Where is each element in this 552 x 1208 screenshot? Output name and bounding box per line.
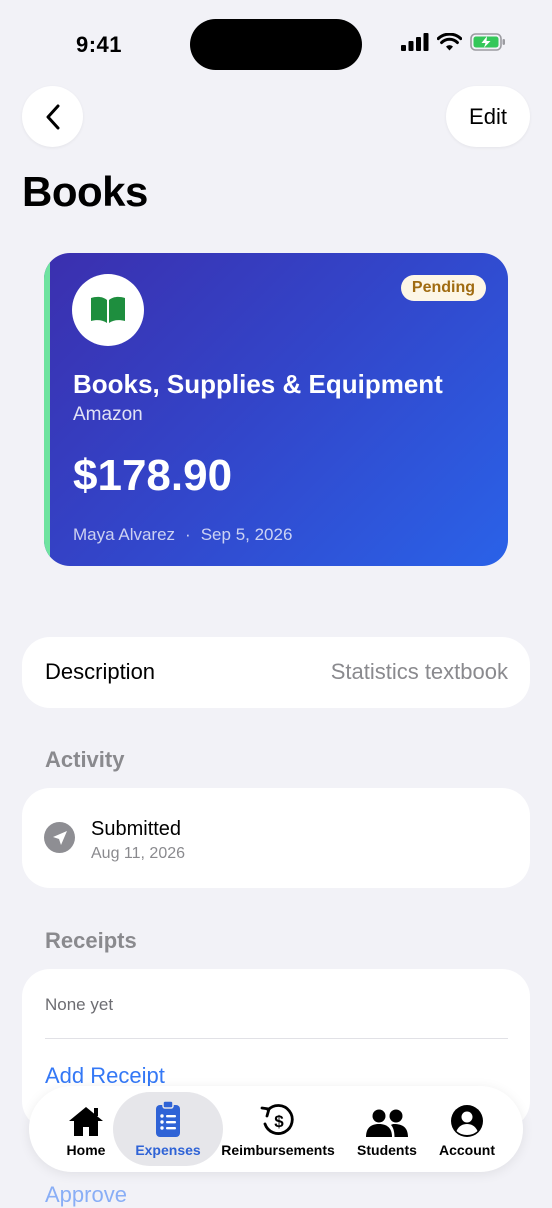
expense-merchant: Amazon bbox=[73, 404, 143, 425]
tab-label: Home bbox=[66, 1142, 106, 1158]
tab-label: Expenses bbox=[135, 1142, 201, 1158]
meta-separator: · bbox=[185, 525, 191, 544]
svg-text:$: $ bbox=[274, 1112, 284, 1131]
category-icon-container bbox=[72, 274, 144, 346]
tab-account[interactable]: Account bbox=[433, 1086, 501, 1172]
tab-label: Students bbox=[357, 1142, 417, 1158]
cellular-signal-icon bbox=[401, 33, 429, 51]
battery-charging-icon bbox=[470, 33, 505, 51]
expense-summary-card: Pending Books, Supplies & Equipment Amaz… bbox=[44, 253, 508, 566]
book-icon bbox=[91, 296, 125, 323]
tab-students[interactable]: Students bbox=[347, 1086, 427, 1172]
person-circle-icon bbox=[451, 1105, 483, 1137]
activity-list: Submitted Aug 11, 2026 bbox=[22, 788, 530, 888]
activity-icon-container bbox=[44, 822, 75, 853]
tab-home[interactable]: Home bbox=[51, 1086, 121, 1172]
expense-date: Sep 5, 2026 bbox=[200, 525, 293, 544]
house-icon bbox=[69, 1107, 103, 1136]
description-row[interactable]: Description Statistics textbook bbox=[22, 637, 530, 708]
card-accent-stripe bbox=[44, 253, 50, 566]
approve-button[interactable]: Approve bbox=[45, 1182, 127, 1208]
status-bar: 9:41 bbox=[0, 0, 552, 90]
paper-plane-icon bbox=[52, 830, 67, 845]
tab-expenses[interactable]: Expenses bbox=[128, 1086, 208, 1172]
expense-student: Maya Alvarez bbox=[73, 525, 176, 544]
back-button[interactable] bbox=[22, 86, 83, 147]
refund-dollar-icon: $ bbox=[260, 1104, 294, 1135]
dynamic-island bbox=[190, 19, 362, 70]
activity-title: Submitted bbox=[91, 818, 182, 840]
status-time: 9:41 bbox=[76, 32, 123, 57]
description-label: Description bbox=[45, 659, 156, 684]
expense-meta: Maya Alvarez · Sep 5, 2026 bbox=[73, 525, 292, 545]
activity-heading: Activity bbox=[45, 747, 125, 772]
status-icons bbox=[401, 33, 506, 51]
edit-button[interactable]: Edit bbox=[446, 86, 530, 147]
people-icon bbox=[366, 1109, 408, 1137]
receipts-empty-text: None yet bbox=[45, 995, 114, 1014]
status-badge: Pending bbox=[400, 275, 486, 301]
expense-amount: $178.90 bbox=[73, 451, 233, 500]
expense-category: Books, Supplies & Equipment bbox=[73, 369, 443, 399]
tab-reimbursements[interactable]: $ Reimbursements bbox=[219, 1086, 337, 1172]
divider bbox=[45, 1038, 508, 1039]
wifi-icon bbox=[437, 33, 462, 51]
tab-label: Reimbursements bbox=[221, 1142, 335, 1158]
tab-bar: Home Expenses $ Reimbursements Students … bbox=[29, 1086, 523, 1172]
receipts-heading: Receipts bbox=[45, 928, 137, 953]
clipboard-list-icon bbox=[156, 1100, 180, 1137]
page-title: Books bbox=[22, 168, 148, 215]
tab-label: Account bbox=[439, 1142, 495, 1158]
activity-date: Aug 11, 2026 bbox=[91, 845, 186, 862]
description-value: Statistics textbook bbox=[330, 659, 508, 684]
chevron-left-icon bbox=[46, 104, 59, 129]
